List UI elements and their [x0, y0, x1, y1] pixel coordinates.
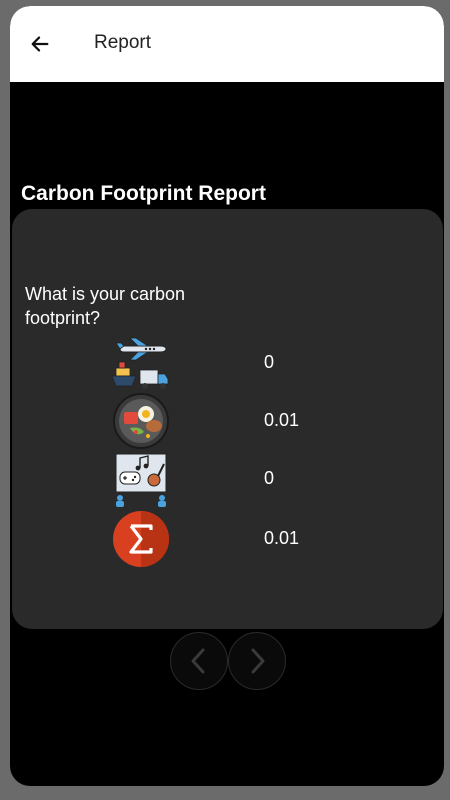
previous-button[interactable]: [170, 632, 228, 690]
chevron-right-icon: [251, 648, 265, 674]
transport-value: 0: [264, 352, 275, 372]
app-bar-title: Report: [94, 32, 152, 53]
app-bar: Report: [10, 6, 444, 82]
question-text: What is your carbon footprint?: [25, 284, 186, 328]
report-heading: Carbon Footprint Report: [21, 182, 266, 205]
row-food: 0.01: [110, 392, 410, 450]
next-button[interactable]: [228, 632, 286, 690]
total-value: 0.01: [264, 528, 300, 548]
phone-screen: Report Carbon Footprint Report What is y…: [10, 6, 444, 786]
transport-icon: [111, 337, 169, 389]
row-transport: 0: [110, 334, 410, 392]
row-total: 0.01: [110, 510, 410, 568]
entertainment-value: 0: [264, 468, 275, 488]
report-card: What is your carbon footprint? 0 0.01 0 …: [12, 209, 443, 629]
food-icon: [113, 393, 169, 449]
sum-icon: [113, 511, 169, 567]
chevron-left-icon: [191, 648, 205, 674]
back-button[interactable]: [26, 30, 54, 58]
arrow-left-icon: [31, 36, 49, 52]
food-value: 0.01: [264, 410, 300, 430]
entertainment-icon: [115, 453, 167, 507]
row-entertainment: 0: [110, 450, 410, 508]
